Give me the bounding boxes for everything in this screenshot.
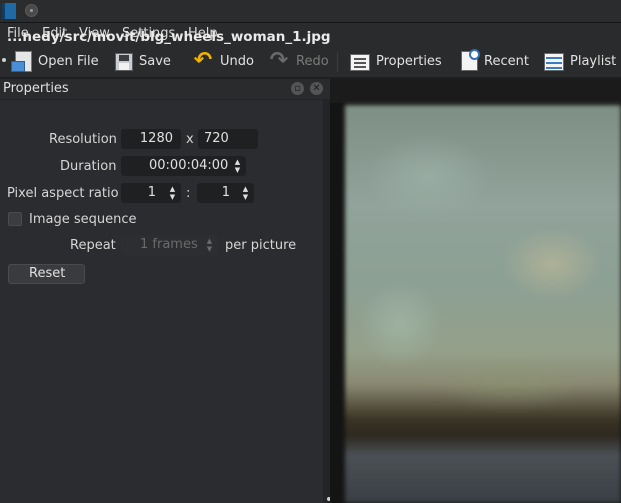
properties-button[interactable]: Properties — [350, 49, 442, 73]
save-icon — [115, 53, 133, 71]
aspect-denominator-field[interactable]: 1 ▲ ▼ — [197, 183, 254, 203]
dock-title: Properties — [3, 81, 69, 96]
repeat-label: Repeat — [70, 238, 116, 253]
repeat-suffix-label: per picture — [225, 238, 297, 253]
video-viewer[interactable] — [330, 79, 621, 503]
undo-button[interactable]: ↶ Undo — [192, 49, 254, 73]
toolbar-handle[interactable] — [2, 58, 6, 62]
playlist-icon — [544, 53, 564, 71]
toolbar-separator — [337, 52, 338, 72]
recent-icon — [461, 49, 480, 71]
redo-button[interactable]: ↷ Redo — [268, 49, 329, 73]
open-file-label: Open File — [38, 53, 99, 69]
window-titlebar — [0, 0, 621, 23]
file-path: ...nedy/src/movit/blg_wheels_woman_1.jpg — [7, 29, 331, 45]
resolution-label: Resolution — [49, 132, 117, 147]
undo-icon: ↶ — [193, 48, 213, 73]
dock-scroll-area[interactable] — [323, 100, 330, 503]
undo-label: Undo — [220, 53, 254, 69]
app-icon — [2, 3, 16, 19]
save-button[interactable]: Save — [115, 49, 171, 73]
aspect-numerator-field[interactable]: 1 ▲ ▼ — [121, 183, 181, 203]
properties-icon — [350, 54, 370, 71]
resolution-height-field[interactable]: 720 — [198, 129, 258, 149]
properties-dock-titlebar: Properties ▫ ✕ — [0, 79, 330, 99]
properties-label: Properties — [376, 53, 442, 69]
recent-button[interactable]: Recent — [461, 49, 529, 73]
repeat-frames-field[interactable]: 1 frames ▲ ▼ — [121, 235, 218, 255]
redo-icon: ↷ — [269, 48, 289, 73]
window-menu-button[interactable] — [25, 4, 38, 17]
image-sequence-label: Image sequence — [29, 212, 137, 227]
open-file-button[interactable]: Open File — [11, 49, 99, 73]
image-sequence-checkbox[interactable] — [8, 212, 22, 226]
open-file-icon — [11, 50, 32, 72]
close-dock-icon[interactable]: ✕ — [310, 82, 323, 95]
main-toolbar: Open File Save ↶ Undo ↷ Redo Properties … — [0, 45, 621, 77]
aspect-denominator-spin-icon[interactable]: ▲ ▼ — [241, 185, 250, 201]
playlist-label: Playlist — [570, 53, 617, 69]
duration-label: Duration — [60, 159, 117, 174]
aspect-numerator-spin-icon[interactable]: ▲ ▼ — [168, 185, 177, 201]
viewer-top-bar — [330, 79, 621, 103]
repeat-spin-icon[interactable]: ▲ ▼ — [205, 237, 214, 253]
redo-label: Redo — [296, 53, 329, 69]
aspect-separator: : — [186, 186, 191, 201]
resolution-separator: x — [186, 132, 194, 147]
save-label: Save — [139, 53, 171, 69]
video-frame-preview — [345, 105, 621, 503]
duration-field[interactable]: 00:00:04:00 ▲ ▼ — [121, 156, 246, 176]
pixel-aspect-ratio-label: Pixel aspect ratio — [7, 186, 119, 201]
playlist-button[interactable]: Playlist — [544, 49, 616, 73]
resolution-width-field[interactable]: 1280 — [121, 129, 181, 149]
float-dock-icon[interactable]: ▫ — [291, 82, 304, 95]
duration-spin-icon[interactable]: ▲ ▼ — [233, 158, 242, 174]
recent-label: Recent — [484, 53, 529, 69]
reset-button[interactable]: Reset — [8, 264, 85, 284]
